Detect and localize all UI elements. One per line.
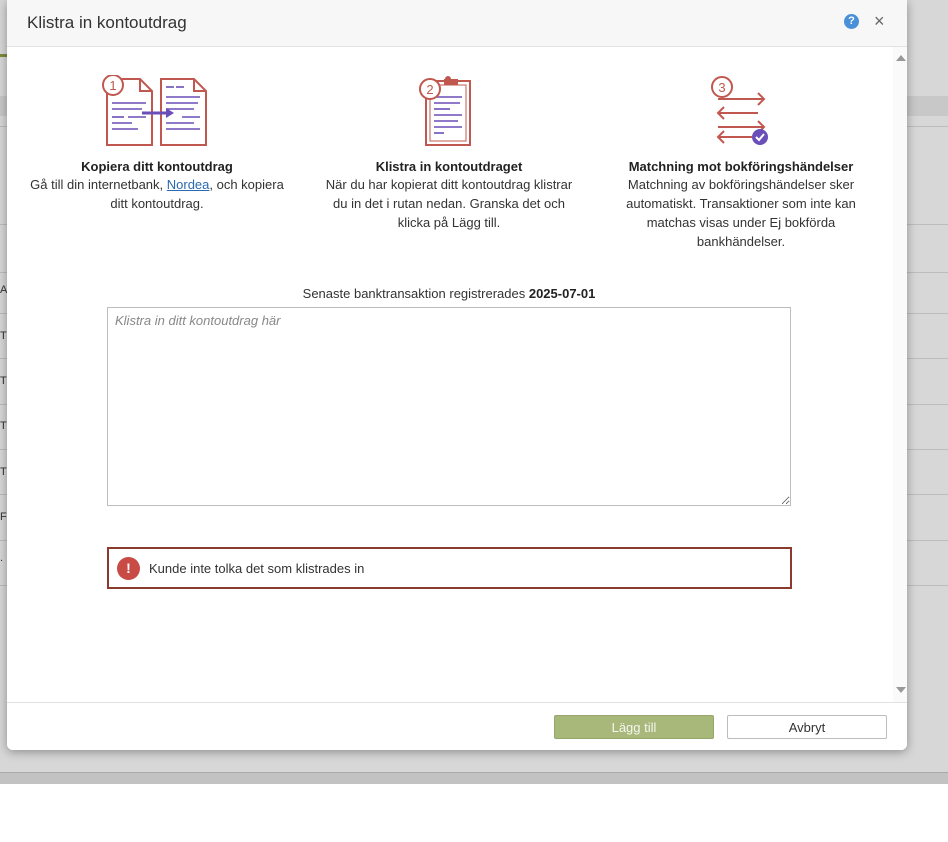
svg-text:2: 2 (426, 82, 433, 97)
step-description: Matchning av bokföringshändelser sker au… (626, 177, 856, 249)
help-icon[interactable]: ? (844, 14, 859, 29)
step-description: Gå till din internetbank, Nordea, och ko… (30, 177, 284, 211)
last-transaction-info: Senaste banktransaktion registrerades 20… (302, 286, 596, 301)
cancel-button[interactable]: Avbryt (727, 715, 887, 739)
close-icon[interactable]: × (874, 11, 885, 32)
scroll-up-arrow-icon[interactable] (896, 55, 906, 61)
scroll-down-arrow-icon[interactable] (896, 687, 906, 693)
svg-text:3: 3 (718, 80, 725, 95)
copy-documents-icon: 1 (102, 75, 207, 146)
step-title: Matchning mot bokföringshändelser (628, 159, 854, 174)
dialog-body: 1 Kopiera ditt kontoutdrag Gå till din i… (7, 47, 907, 702)
statement-paste-input[interactable] (107, 307, 791, 506)
step-title: Klistra in kontoutdraget (375, 159, 523, 174)
step-matching: 3 Matchning mot bokföringshändelser Matc… (611, 75, 871, 251)
step-copy: 1 Kopiera ditt kontoutdrag Gå till din i… (27, 75, 287, 213)
svg-text:1: 1 (109, 78, 116, 93)
step-paste: 2 Klistra in kontoutdraget När du har ko… (319, 75, 579, 232)
bg-row-letter: T (0, 375, 7, 387)
page-blank-area (0, 784, 948, 842)
bg-row-letter: T (0, 420, 7, 432)
dialog-footer: Lägg till Avbryt (7, 702, 907, 750)
bg-row-letter: F (0, 511, 7, 523)
matching-arrows-icon: 3 (711, 76, 768, 145)
dialog-header: Klistra in kontoutdrag ? × (7, 0, 907, 47)
error-message: Kunde inte tolka det som klistrades in (149, 561, 365, 576)
last-transaction-date: 2025-07-01 (528, 286, 596, 301)
bg-row-letter: T (0, 330, 7, 342)
dialog-title: Klistra in kontoutdrag (27, 13, 187, 32)
bank-link[interactable]: Nordea (167, 177, 210, 192)
error-icon: ! (117, 557, 140, 580)
step-title: Kopiera ditt kontoutdrag (81, 159, 233, 174)
error-message-box: ! Kunde inte tolka det som klistrades in (107, 547, 792, 589)
clipboard-icon: 2 (419, 76, 471, 146)
add-button[interactable]: Lägg till (554, 715, 714, 739)
step-description: När du har kopierat ditt kontoutdrag kli… (325, 177, 573, 230)
bg-row-letter: T (0, 466, 7, 478)
paste-statement-dialog: Klistra in kontoutdrag ? × 1 Kopiera dit… (7, 0, 907, 750)
dialog-scrollbar[interactable] (893, 47, 907, 702)
bg-bottom-bar (0, 772, 948, 784)
bg-row-letter: . (0, 552, 4, 564)
